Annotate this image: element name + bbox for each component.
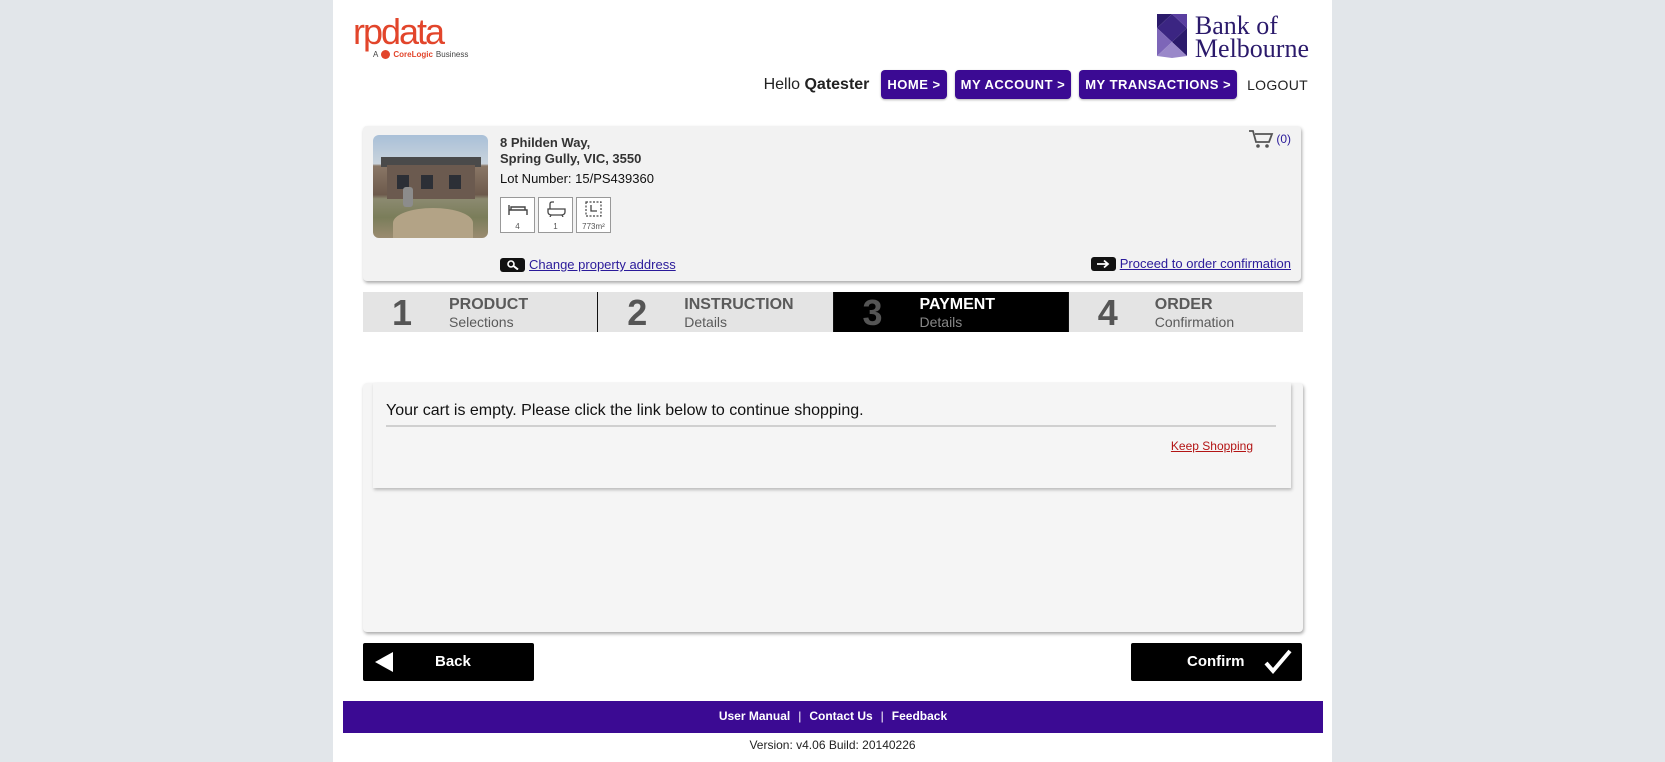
arrow-left-icon — [375, 652, 393, 672]
step-subtitle: Details — [684, 314, 728, 330]
cart-panel: Your cart is empty. Please click the lin… — [363, 383, 1303, 632]
back-button-label: Back — [435, 653, 471, 670]
confirm-button[interactable]: Confirm — [1131, 643, 1302, 681]
step-number: 3 — [862, 292, 883, 333]
bathrooms-feature: 1 — [538, 197, 573, 233]
arrow-right-icon — [1090, 256, 1116, 271]
cart-count: (0) — [1276, 132, 1291, 146]
rpdata-logo-word: rpdata — [353, 11, 445, 52]
step-number: 4 — [1097, 292, 1118, 333]
contact-us-link[interactable]: Contact Us — [809, 709, 872, 723]
land-area-value: 773m² — [582, 222, 605, 231]
bed-icon — [507, 205, 528, 215]
footer-separator: | — [798, 709, 802, 723]
bank-logo-line2: Melbourne — [1194, 34, 1309, 63]
divider — [386, 425, 1276, 427]
property-photo — [373, 135, 488, 238]
bedrooms-count: 4 — [515, 222, 520, 231]
checkmark-icon — [1264, 649, 1292, 675]
address-line2: Spring Gully, VIC, 3550 — [500, 151, 642, 166]
top-nav: Hello Qatester HOME > MY ACCOUNT > MY TR… — [764, 70, 1308, 99]
land-area-icon — [584, 201, 602, 217]
proceed-control[interactable]: Proceed to order confirmation — [1090, 256, 1291, 271]
empty-cart-message: Your cart is empty. Please click the lin… — [386, 402, 864, 419]
step-payment: 3 PAYMENT Details — [832, 292, 1068, 333]
step-order: 4 ORDER Confirmation — [1067, 292, 1303, 333]
change-address-link[interactable]: Change property address — [529, 257, 676, 272]
back-button[interactable]: Back — [363, 643, 534, 681]
search-icon — [500, 257, 525, 272]
bank-of-melbourne-logo[interactable]: Bank of Melbourne — [1156, 13, 1309, 63]
checkout-steps: 1 PRODUCT Selections 2 INSTRUCTION Detai… — [363, 292, 1303, 332]
address-line1: 8 Philden Way, — [500, 135, 591, 150]
bathrooms-count: 1 — [553, 222, 558, 231]
version-info: Version: v4.06 Build: 20140226 — [749, 738, 916, 752]
nav-home-button[interactable]: HOME > — [881, 70, 947, 99]
nav-my-account-button[interactable]: MY ACCOUNT > — [954, 70, 1072, 99]
nav-my-transactions-button[interactable]: MY TRANSACTIONS > — [1079, 70, 1238, 99]
rpdata-logo[interactable]: rpdata A CoreLogic Business — [353, 14, 468, 59]
property-features: 4 1 773m² — [500, 197, 611, 233]
bank-logo-text: Bank of Melbourne — [1194, 13, 1309, 63]
footer-bar: User Manual | Contact Us | Feedback — [343, 701, 1323, 733]
cart-message-box: Your cart is empty. Please click the lin… — [373, 383, 1291, 488]
shopping-cart-icon — [1249, 130, 1274, 148]
property-panel: 8 Philden Way, Spring Gully, VIC, 3550 L… — [363, 126, 1301, 281]
step-product: 1 PRODUCT Selections — [363, 292, 598, 333]
logout-link[interactable]: LOGOUT — [1247, 77, 1308, 93]
keep-shopping-link[interactable]: Keep Shopping — [1171, 439, 1253, 453]
proceed-to-confirmation-link[interactable]: Proceed to order confirmation — [1120, 256, 1291, 271]
step-title: PAYMENT — [919, 296, 996, 313]
step-title: PRODUCT — [449, 296, 529, 313]
bedrooms-feature: 4 — [500, 197, 535, 233]
change-address-control[interactable]: Change property address — [500, 257, 676, 272]
rpdata-logo-tagline: A CoreLogic Business — [373, 50, 468, 59]
corelogic-mark-icon — [381, 50, 391, 59]
confirm-button-label: Confirm — [1187, 653, 1245, 670]
step-subtitle: Selections — [449, 314, 514, 330]
feedback-link[interactable]: Feedback — [892, 709, 947, 723]
step-number: 1 — [392, 292, 413, 333]
step-instruction: 2 INSTRUCTION Details — [597, 292, 833, 333]
tagline-brand: CoreLogic — [393, 50, 433, 59]
tagline-suffix: Business — [435, 50, 469, 59]
bank-logo-mark-icon — [1156, 14, 1187, 58]
step-number: 2 — [627, 292, 648, 333]
user-manual-link[interactable]: User Manual — [719, 709, 790, 723]
tagline-prefix: A — [373, 50, 379, 59]
username: Qatester — [804, 75, 870, 93]
page: rpdata A CoreLogic Business Bank of Melb… — [333, 0, 1332, 762]
greeting-text: Hello — [763, 75, 801, 93]
footer-separator: | — [880, 709, 884, 723]
step-title: INSTRUCTION — [684, 296, 794, 313]
greeting: Hello Qatester — [764, 76, 870, 94]
lot-number: Lot Number: 15/PS439360 — [500, 171, 654, 186]
step-subtitle: Confirmation — [1154, 314, 1235, 330]
land-area-feature: 773m² — [576, 197, 611, 233]
step-title: ORDER — [1154, 296, 1213, 313]
cart-summary[interactable]: (0) — [1248, 129, 1291, 149]
bath-icon — [546, 201, 566, 217]
step-subtitle: Details — [919, 314, 963, 330]
property-address: 8 Philden Way, Spring Gully, VIC, 3550 L… — [500, 135, 654, 187]
